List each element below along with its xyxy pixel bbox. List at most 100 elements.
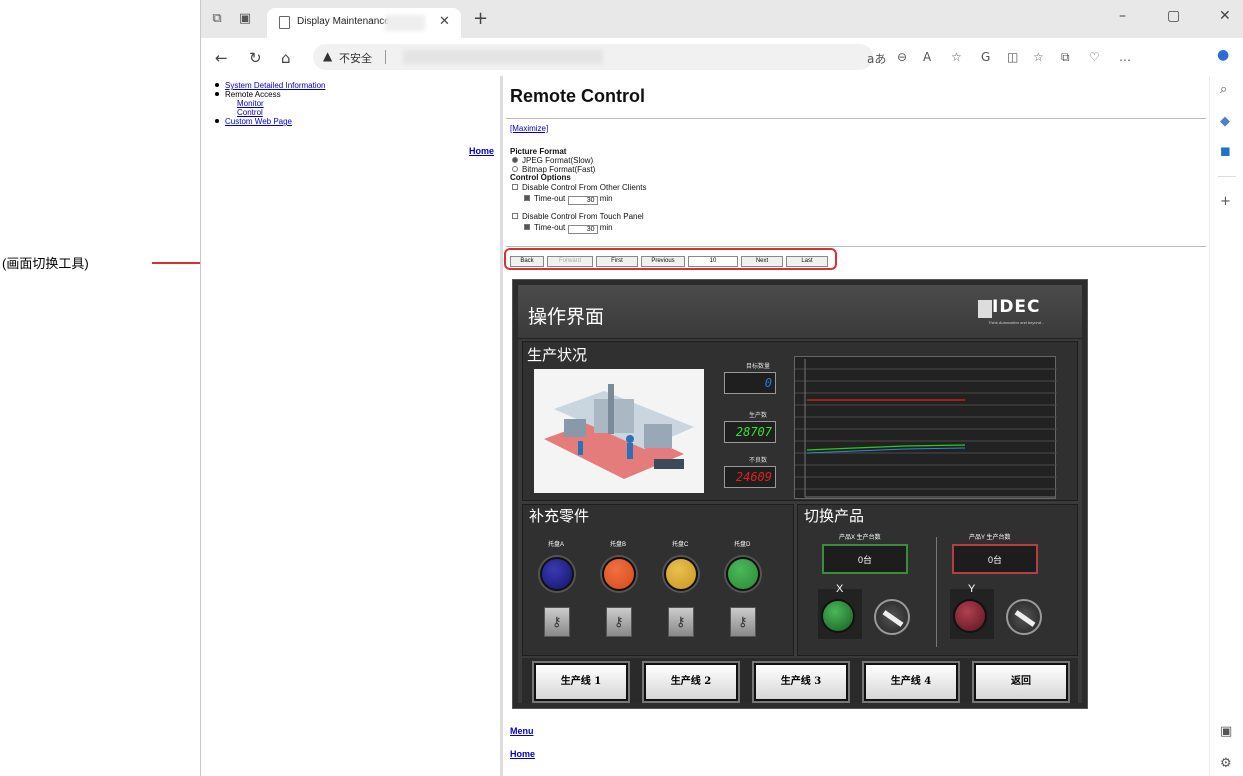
extension-icon[interactable]: G [981, 50, 990, 64]
tray-b-key-switch[interactable]: ⚷ [606, 607, 632, 637]
line-3-button[interactable]: 生产线 3 [754, 663, 848, 701]
timeout2-option[interactable]: Time-out 30 min [524, 223, 613, 234]
copilot-icon[interactable]: ● [1217, 47, 1229, 63]
home-icon[interactable]: ⌂ [281, 49, 291, 67]
home-link-left[interactable]: Home [469, 146, 494, 156]
remote-access-label: Remote Access [225, 90, 281, 99]
collections-icon[interactable]: ⧉ [1061, 50, 1070, 65]
control-options-label: Control Options [510, 173, 571, 182]
line-4-button[interactable]: 生产线 4 [864, 663, 958, 701]
disable-touch-label: Disable Control From Touch Panel [522, 212, 644, 221]
disable-touch-option[interactable]: Disable Control From Touch Panel [512, 212, 644, 221]
nav-item-system[interactable]: System Detailed Information [215, 81, 326, 90]
divider [506, 246, 1206, 247]
performance-icon[interactable]: ♡ [1089, 50, 1100, 64]
nav-item-remote: Remote Access [215, 90, 326, 99]
disable-clients-checkbox[interactable] [512, 184, 518, 190]
split-screen-icon[interactable]: ◫ [1007, 50, 1018, 64]
favorite-star-icon[interactable]: ☆ [951, 50, 962, 64]
tray-d-lamp[interactable] [726, 557, 760, 591]
maximize-link[interactable]: [Maximize] [510, 124, 548, 133]
selector-x[interactable] [874, 599, 910, 635]
disable-clients-option[interactable]: Disable Control From Other Clients [512, 183, 646, 192]
tray-c-key-switch[interactable]: ⚷ [668, 607, 694, 637]
timeout2-input[interactable]: 30 [567, 225, 598, 234]
page-title: Remote Control [510, 86, 645, 106]
browser-tab[interactable]: Display Maintenance ✕ [267, 8, 461, 38]
right-frame: Remote Control [Maximize] Picture Format… [504, 76, 1209, 776]
forward-button[interactable]: Forward [547, 256, 593, 267]
search-icon[interactable]: ⌕ [1220, 82, 1227, 97]
system-link[interactable]: System Detailed Information [225, 81, 326, 90]
tray-d-key-switch[interactable]: ⚷ [730, 607, 756, 637]
line-1-button[interactable]: 生产线 1 [534, 663, 628, 701]
monitor-link[interactable]: Monitor [237, 99, 264, 108]
close-window-icon[interactable]: ✕ [1219, 8, 1231, 24]
nav-item-control[interactable]: Control [215, 108, 326, 117]
left-nav-list: System Detailed Information Remote Acces… [215, 81, 326, 126]
key-icon: ⚷ [676, 614, 686, 629]
hmi-screen[interactable]: 操作界面 IDEC Think Automation and beyond...… [512, 279, 1088, 709]
add-icon[interactable]: + [1220, 194, 1231, 209]
previous-button[interactable]: Previous [641, 256, 685, 267]
refresh-icon[interactable]: ↻ [249, 49, 262, 67]
timeout1-option[interactable]: Time-out 30 min [524, 194, 613, 205]
tray-b-lamp[interactable] [602, 557, 636, 591]
url-field[interactable]: ▲ 不安全 [313, 44, 873, 70]
timeout1-checkbox[interactable] [524, 195, 530, 201]
hmi-header: 操作界面 IDEC Think Automation and beyond... [518, 285, 1082, 339]
selector-y[interactable] [1006, 599, 1042, 635]
maximize-window-icon[interactable]: ▢ [1167, 8, 1180, 24]
settings-gear-icon[interactable]: ⚙ [1220, 756, 1232, 771]
outlook-icon[interactable]: ◼ [1220, 144, 1231, 159]
key-icon: ⚷ [738, 614, 748, 629]
control-options-heading: Control Options [510, 173, 571, 182]
menu-link[interactable]: Menu [510, 726, 534, 736]
lamp-x[interactable] [821, 599, 855, 633]
jpeg-option[interactable]: JPEG Format(Slow) [512, 156, 593, 165]
y-label: Y [968, 583, 976, 595]
tray-a-lamp[interactable] [540, 557, 574, 591]
zoom-icon[interactable]: ⊖ [897, 50, 907, 64]
close-tab-icon[interactable]: ✕ [439, 14, 450, 29]
screenshot-icon[interactable]: ▣ [1220, 724, 1232, 739]
shopping-icon[interactable]: ◆ [1220, 114, 1230, 129]
line-2-button[interactable]: 生产线 2 [644, 663, 738, 701]
home-link[interactable]: Home [510, 749, 535, 759]
first-button[interactable]: First [596, 256, 638, 267]
bitmap-radio[interactable] [512, 166, 518, 172]
warning-icon: ▲ [323, 49, 333, 63]
tray-a-key-switch[interactable]: ⚷ [544, 607, 570, 637]
tray-c-lamp[interactable] [664, 557, 698, 591]
back-icon[interactable]: ← [215, 49, 228, 67]
timeout2-checkbox[interactable] [524, 224, 530, 230]
jpeg-radio[interactable] [512, 157, 518, 163]
custom-web-link[interactable]: Custom Web Page [225, 117, 292, 126]
lamp-y[interactable] [953, 599, 987, 633]
timeout1-input[interactable]: 30 [567, 196, 598, 205]
nav-item-monitor[interactable]: Monitor [215, 99, 326, 108]
read-aloud-icon[interactable]: A [923, 50, 931, 64]
next-button[interactable]: Next [741, 256, 783, 267]
workspaces-icon[interactable]: ⧉ [209, 11, 225, 27]
new-tab-icon[interactable]: + [473, 8, 488, 29]
return-button[interactable]: 返回 [974, 663, 1068, 701]
translate-icon[interactable]: aあ [867, 50, 886, 67]
page-number-field[interactable]: 10 [688, 256, 738, 267]
more-icon[interactable]: … [1119, 50, 1131, 64]
tab-actions-icon[interactable]: ▣ [237, 11, 253, 27]
minimize-icon[interactable]: – [1119, 8, 1126, 24]
favorites-icon[interactable]: ☆ [1033, 50, 1044, 64]
tray-b-label: 托盘B [610, 542, 627, 548]
timeout2-label: Time-out [534, 223, 566, 232]
selector-handle [1014, 610, 1036, 627]
bullet [215, 119, 219, 123]
target-label: 目标数量 [746, 364, 771, 370]
nav-item-custom[interactable]: Custom Web Page [215, 117, 326, 126]
back-button[interactable]: Back [510, 256, 544, 267]
address-bar: ← ↻ ⌂ ▲ 不安全 aあ ⊖ A ☆ G ◫ ☆ ⧉ ♡ … ● [201, 38, 1243, 76]
product-x-count: 0台 [822, 544, 908, 574]
disable-touch-checkbox[interactable] [512, 213, 518, 219]
control-link[interactable]: Control [237, 108, 263, 117]
last-button[interactable]: Last [786, 256, 828, 267]
